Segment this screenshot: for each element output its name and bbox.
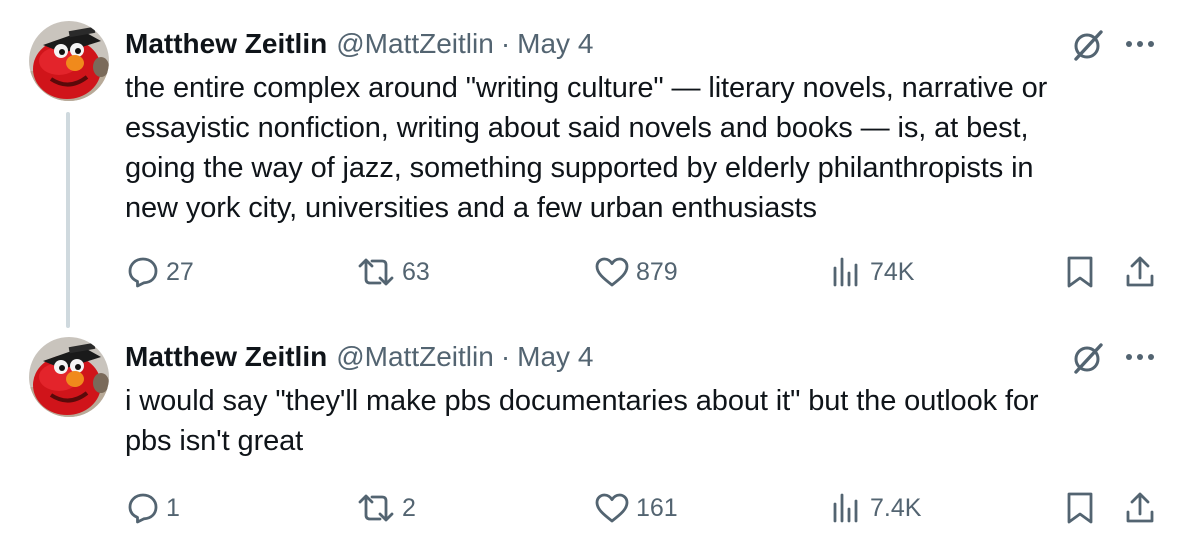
- grok-icon[interactable]: [1070, 27, 1106, 63]
- bookmark-button[interactable]: [1064, 252, 1096, 292]
- tweet-header: Matthew Zeitlin @MattZeitlin · May 4: [125, 339, 593, 375]
- tweet-date[interactable]: May 4: [517, 28, 593, 60]
- tweet-header: Matthew Zeitlin @MattZeitlin · May 4: [125, 26, 593, 62]
- grok-icon[interactable]: [1070, 340, 1106, 376]
- author-name[interactable]: Matthew Zeitlin: [125, 341, 327, 373]
- bookmark-icon: [1067, 492, 1093, 524]
- bookmark-button[interactable]: [1064, 488, 1096, 528]
- more-icon[interactable]: [1122, 30, 1158, 58]
- like-button[interactable]: 879: [594, 252, 678, 292]
- avatar[interactable]: [29, 21, 109, 101]
- tweet-text: the entire complex around "writing cultu…: [125, 72, 1048, 224]
- author-handle[interactable]: @MattZeitlin: [336, 28, 494, 60]
- separator-dot: ·: [500, 28, 511, 59]
- views-count: 74K: [870, 257, 915, 286]
- reply-count: 27: [166, 257, 194, 286]
- more-icon[interactable]: [1122, 343, 1158, 371]
- author-name[interactable]: Matthew Zeitlin: [125, 28, 327, 60]
- repost-icon: [358, 258, 394, 286]
- like-count: 161: [636, 493, 678, 522]
- like-count: 879: [636, 257, 678, 286]
- tweet[interactable]: Matthew Zeitlin @MattZeitlin · May 4 i w…: [0, 325, 1190, 542]
- share-icon: [1126, 492, 1154, 523]
- share-button[interactable]: [1124, 488, 1156, 528]
- avatar[interactable]: [29, 337, 109, 417]
- tweet-date[interactable]: May 4: [517, 341, 593, 373]
- reply-count: 1: [166, 493, 180, 522]
- reply-button[interactable]: 27: [126, 252, 194, 292]
- views-button[interactable]: 7.4K: [830, 488, 921, 528]
- views-button[interactable]: 74K: [830, 252, 914, 292]
- elmo-avatar-image: [29, 21, 109, 101]
- reply-icon: [128, 257, 158, 288]
- views-count: 7.4K: [870, 493, 922, 522]
- elmo-avatar-image: [29, 337, 109, 417]
- heart-icon: [595, 257, 629, 287]
- repost-count: 2: [402, 493, 416, 522]
- reply-icon: [128, 493, 158, 524]
- repost-icon: [358, 494, 394, 522]
- reply-button[interactable]: 1: [126, 488, 180, 528]
- separator-dot: ·: [500, 341, 511, 372]
- bookmark-icon: [1067, 256, 1093, 288]
- repost-count: 63: [402, 257, 430, 286]
- author-handle[interactable]: @MattZeitlin: [336, 341, 494, 373]
- tweet-text: i would say "they'll make pbs documentar…: [125, 385, 1039, 457]
- like-button[interactable]: 161: [594, 488, 678, 528]
- tweet-actions: 1 2 161 7.4K: [0, 488, 1190, 528]
- share-icon: [1126, 256, 1154, 287]
- repost-button[interactable]: 2: [356, 488, 416, 528]
- views-icon: [833, 493, 858, 523]
- repost-button[interactable]: 63: [356, 252, 430, 292]
- share-button[interactable]: [1124, 252, 1156, 292]
- heart-icon: [595, 493, 629, 523]
- tweet-actions: 27 63 879 74K: [0, 252, 1190, 292]
- tweet[interactable]: Matthew Zeitlin @MattZeitlin · May 4 the…: [0, 0, 1190, 325]
- views-icon: [833, 257, 858, 287]
